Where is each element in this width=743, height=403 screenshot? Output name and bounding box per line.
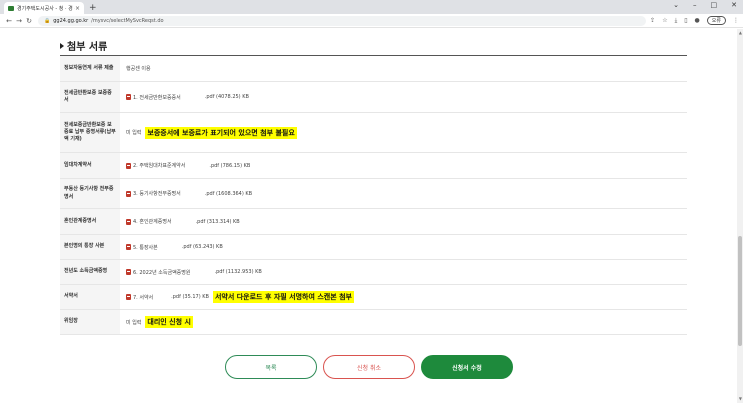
section-title: 첨부 서류: [60, 38, 107, 53]
tab-close-icon[interactable]: ×: [75, 5, 80, 12]
browser-tab[interactable]: 경기주택도시공사 - 청 · 경 · ×: [4, 2, 84, 14]
address-bar-row: ← → ↻ 🔒 gg24.gg.go.kr/mysvc/selectMySvcR…: [0, 14, 743, 28]
cancel-application-button[interactable]: 신청 취소: [323, 355, 415, 379]
attachment-table: 정보자동연계 서류 제출 행공센 이용 전세금반환보증 보증증서 1. 전세금반…: [60, 56, 687, 335]
pdf-file-icon: [126, 94, 131, 100]
value-text: 미 입력: [126, 130, 142, 136]
minimize-button[interactable]: –: [693, 1, 697, 9]
row-value: 7. 서약서 .pdf (35.17) KB 서약서 다운로드 후 자필 서명하…: [120, 285, 687, 309]
close-window-button[interactable]: ✕: [731, 1, 737, 9]
row-value: 2. 주택임대차표준계약서 .pdf (786.15) KB: [120, 153, 687, 178]
section-bullet-icon: [60, 42, 64, 49]
table-row: 정보자동연계 서류 제출 행공센 이용: [60, 56, 687, 82]
row-label: 본인명의 통장 사본: [60, 235, 120, 259]
file-link[interactable]: 6. 2022년 소득금액증명원: [133, 269, 190, 276]
file-meta: .pdf (786.15) KB: [209, 162, 251, 169]
profile-icon[interactable]: ●: [695, 17, 700, 24]
value-text: 행공센 이용: [126, 66, 151, 72]
page-scrollbar[interactable]: [737, 29, 743, 403]
file-meta: .pdf (63.243) KB: [181, 244, 223, 250]
annotation-note: 대리인 신청 시: [145, 316, 193, 328]
new-tab-button[interactable]: +: [89, 2, 97, 14]
row-label: 혼인관계증명서: [60, 209, 120, 234]
tab-search-icon[interactable]: ⌄: [673, 1, 679, 9]
table-row: 임대차계약서 2. 주택임대차표준계약서 .pdf (786.15) KB: [60, 153, 687, 179]
scroll-up-arrow-icon[interactable]: ▲: [739, 30, 742, 35]
profile-status-button[interactable]: 오류: [706, 16, 726, 25]
row-value: 4. 혼인관계증명서 .pdf (313.314) KB: [120, 209, 687, 234]
back-arrow-icon[interactable]: ←: [4, 17, 14, 25]
file-link[interactable]: 5. 통장사본: [133, 244, 158, 251]
file-link[interactable]: 7. 서약서: [133, 294, 153, 301]
sidepanel-icon[interactable]: ▯: [684, 17, 687, 24]
file-link[interactable]: 1. 전세금반환보증증서: [133, 94, 181, 101]
table-row: 본인명의 통장 사본 5. 통장사본 .pdf (63.243) KB: [60, 235, 687, 260]
pdf-file-icon: [126, 244, 131, 250]
scroll-down-arrow-icon[interactable]: ▼: [739, 396, 742, 401]
share-icon[interactable]: ⇪: [650, 17, 655, 24]
edit-application-button[interactable]: 신청서 수정: [421, 355, 513, 379]
lock-icon: 🔒: [44, 17, 51, 24]
row-label: 서약서: [60, 285, 120, 309]
value-text: 미 입력: [126, 319, 142, 326]
table-row: 혼인관계증명서 4. 혼인관계증명서 .pdf (313.314) KB: [60, 209, 687, 235]
reload-icon[interactable]: ↻: [24, 17, 34, 25]
row-value: 미 입력 대리인 신청 시: [120, 310, 687, 334]
table-row: 위임장 미 입력 대리인 신청 시: [60, 310, 687, 335]
file-meta: .pdf (1132.953) KB: [214, 269, 262, 275]
list-button[interactable]: 목록: [225, 355, 317, 379]
tab-title: 경기주택도시공사 - 청 · 경 ·: [17, 5, 75, 12]
action-buttons: 목록 신청 취소 신청서 수정: [225, 355, 513, 379]
row-label: 전년도 소득금액증명: [60, 260, 120, 284]
file-link[interactable]: 3. 등기사항전부증명서: [133, 190, 181, 197]
table-row: 전세금반환보증 보증증서 1. 전세금반환보증증서 .pdf (4078.25)…: [60, 82, 687, 113]
table-row: 전세보증금반환보증 보증료 납부 증명서류(납부액 기재) 미 입력 보증증서에…: [60, 113, 687, 153]
table-row: 부동산 등기사항 전부증명서 3. 등기사항전부증명서 .pdf (1608.3…: [60, 179, 687, 209]
table-row: 전년도 소득금액증명 6. 2022년 소득금액증명원 .pdf (1132.9…: [60, 260, 687, 285]
browser-toolbar: ⇪ ☆ ⤓ ▯ ● 오류 ⋮: [650, 16, 739, 25]
browser-tab-bar: 경기주택도시공사 - 청 · 경 · × + ⌄ – □ ✕: [0, 0, 743, 14]
row-label: 임대차계약서: [60, 153, 120, 178]
url-host: gg24.gg.go.kr: [53, 17, 89, 24]
file-link[interactable]: 2. 주택임대차표준계약서: [133, 162, 185, 169]
forward-arrow-icon[interactable]: →: [14, 17, 24, 25]
table-row: 서약서 7. 서약서 .pdf (35.17) KB 서약서 다운로드 후 자필…: [60, 285, 687, 310]
row-value: 6. 2022년 소득금액증명원 .pdf (1132.953) KB: [120, 260, 687, 284]
scrollbar-thumb[interactable]: [738, 236, 742, 346]
row-value: 5. 통장사본 .pdf (63.243) KB: [120, 235, 687, 259]
window-controls: ⌄ – □ ✕: [673, 1, 737, 9]
section-title-text: 첨부 서류: [67, 42, 108, 53]
row-label: 부동산 등기사항 전부증명서: [60, 179, 120, 208]
pdf-file-icon: [126, 218, 131, 225]
file-meta: .pdf (35.17) KB: [171, 294, 209, 300]
pdf-file-icon: [126, 190, 131, 197]
maximize-button[interactable]: □: [711, 1, 718, 9]
file-meta: .pdf (4078.25) KB: [204, 94, 249, 100]
file-meta: .pdf (313.314) KB: [195, 218, 240, 225]
pdf-file-icon: [126, 162, 131, 169]
file-meta: .pdf (1608.364) KB: [204, 190, 253, 197]
row-value: 1. 전세금반환보증증서 .pdf (4078.25) KB: [120, 82, 687, 112]
url-field[interactable]: 🔒 gg24.gg.go.kr/mysvc/selectMySvcReqst.d…: [38, 15, 647, 26]
row-label: 전세보증금반환보증 보증료 납부 증명서류(납부액 기재): [60, 113, 120, 152]
menu-icon[interactable]: ⋮: [733, 17, 739, 24]
pdf-file-icon: [126, 269, 131, 275]
url-path: /mysvc/selectMySvcReqst.do: [91, 17, 164, 24]
row-label: 전세금반환보증 보증증서: [60, 82, 120, 112]
site-favicon-icon: [8, 5, 14, 11]
annotation-note: 보증증서에 보증료가 표기되어 있으면 첨부 불필요: [145, 126, 297, 139]
row-value: 행공센 이용: [120, 56, 687, 81]
bookmark-star-icon[interactable]: ☆: [662, 17, 667, 24]
download-icon[interactable]: ⤓: [675, 17, 678, 25]
row-value: 미 입력 보증증서에 보증료가 표기되어 있으면 첨부 불필요: [120, 113, 687, 152]
page-content: 첨부 서류 정보자동연계 서류 제출 행공센 이용 전세금반환보증 보증증서 1…: [0, 29, 743, 403]
row-label: 정보자동연계 서류 제출: [60, 56, 120, 81]
annotation-note: 서약서 다운로드 후 자필 서명하여 스캔본 첨부: [212, 291, 354, 303]
row-label: 위임장: [60, 310, 120, 334]
pdf-file-icon: [126, 294, 131, 300]
row-value: 3. 등기사항전부증명서 .pdf (1608.364) KB: [120, 179, 687, 208]
file-link[interactable]: 4. 혼인관계증명서: [133, 218, 172, 225]
